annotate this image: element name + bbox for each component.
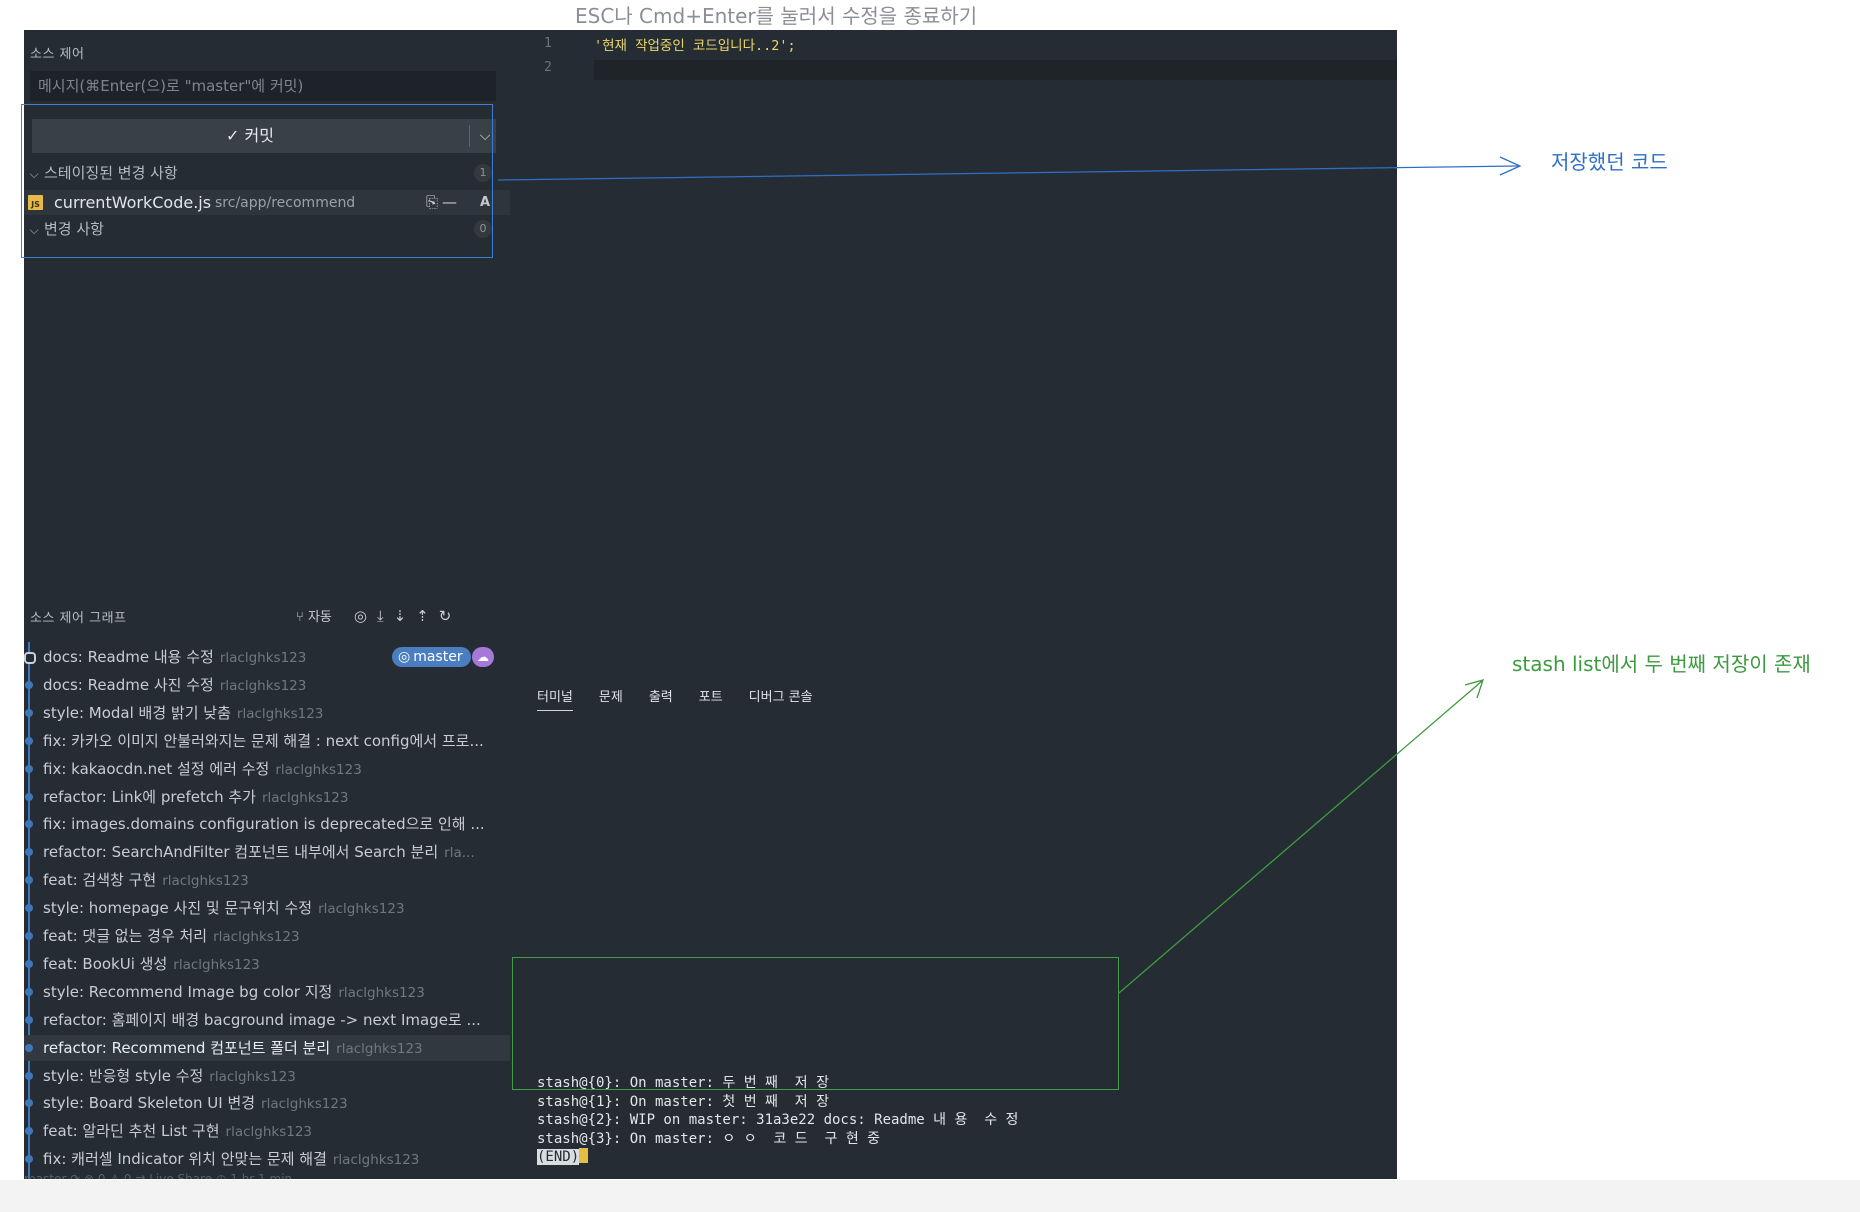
blue-arrow	[497, 156, 1522, 181]
page-bottom-strip	[0, 1180, 1860, 1212]
green-arrow	[1118, 679, 1485, 994]
annotation-arrows	[497, 156, 1522, 994]
saved-code-annotation: 저장했던 코드	[1551, 150, 1668, 174]
stash-annotation: stash list에서 두 번째 저장이 존재	[1512, 652, 1811, 676]
